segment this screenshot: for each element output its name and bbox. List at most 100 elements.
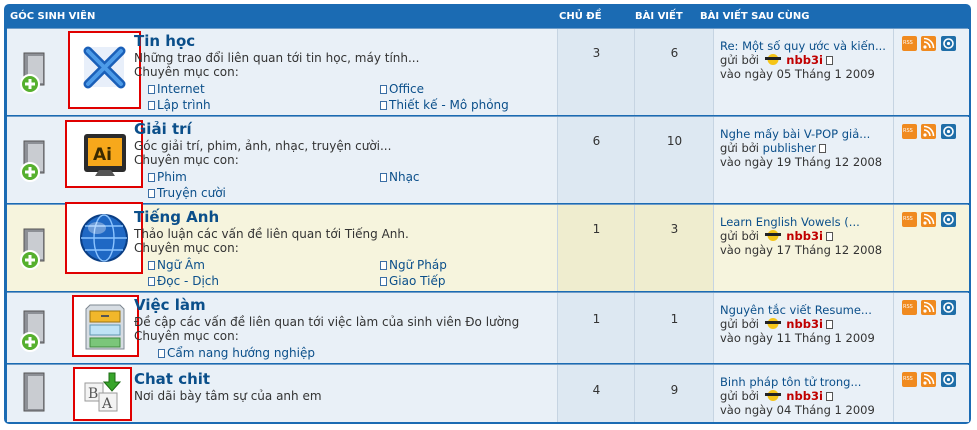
document-icon: [148, 85, 155, 94]
subforum-link-ngu-phap[interactable]: Ngữ Pháp: [380, 258, 447, 272]
forum-title[interactable]: Tiếng Anh: [134, 208, 219, 226]
forum-category-table: GÓC SINH VIÊN CHỦ ĐỀ BÀI VIẾT BÀI VIẾT S…: [4, 4, 971, 424]
go-to-post-icon[interactable]: [819, 144, 827, 153]
subforums-label: Chuyên mục con:: [134, 153, 239, 167]
document-icon: [380, 173, 387, 182]
target-icon[interactable]: [941, 300, 956, 315]
forum-title[interactable]: Việc làm: [134, 296, 206, 314]
forum-description: Thảo luận các vấn đề liên quan tới Tiếng…: [134, 227, 409, 241]
go-to-post-icon[interactable]: [825, 56, 833, 65]
last-post-date: vào ngày 05 Tháng 1 2009: [720, 67, 875, 81]
forum-thumbnail[interactable]: Ai: [65, 120, 143, 188]
section-title[interactable]: GÓC SINH VIÊN: [10, 11, 95, 22]
post-count: 3: [670, 222, 679, 236]
rss-feed-icon[interactable]: [921, 212, 936, 227]
target-icon[interactable]: [941, 372, 956, 387]
forum-title[interactable]: Giải trí: [134, 120, 192, 138]
subforum-link-ngu-am[interactable]: Ngữ Âm: [148, 258, 205, 272]
subforum-link-nhac[interactable]: Nhạc: [380, 170, 420, 184]
last-post-link[interactable]: Nguyên tắc viết Resume...: [720, 303, 872, 317]
rss-feed-icon[interactable]: [921, 36, 936, 51]
target-icon[interactable]: [941, 212, 956, 227]
document-icon: [148, 173, 155, 182]
rss-badge-icon[interactable]: RSS: [902, 124, 917, 139]
go-to-post-icon[interactable]: [825, 392, 833, 401]
posted-by-label: gửi bởi: [720, 317, 759, 331]
posted-by-label: gửi bởi: [720, 141, 759, 155]
last-post-link[interactable]: Re: Một số quy ước và kiến...: [720, 39, 886, 53]
forum-row-viec-lam: Việc làm Đề cập các vấn đề liên quan tới…: [7, 292, 969, 363]
forum-status-icon: [23, 372, 45, 412]
sunglasses-smiley-icon: [764, 390, 781, 401]
subforum-link-thiet-ke[interactable]: Thiết kế - Mô phỏng: [380, 98, 509, 112]
blue-x-icon: [83, 46, 126, 89]
last-post-date: vào ngày 11 Tháng 1 2009: [720, 331, 875, 345]
rss-badge-icon[interactable]: RSS: [902, 36, 917, 51]
last-post-link[interactable]: Learn English Vowels (...: [720, 215, 860, 229]
rss-feed-icon[interactable]: [921, 300, 936, 315]
last-post-link[interactable]: Binh pháp tôn tử trong...: [720, 375, 861, 389]
posted-by-label: gửi bởi: [720, 53, 759, 67]
forum-row-giai-tri: Ai Giải trí Góc giải trí, phim, ảnh, nhạ…: [7, 116, 969, 203]
forum-description: Đề cập các vấn đề liên quan tới việc làm…: [134, 315, 520, 329]
forum-thumbnail[interactable]: B A: [73, 367, 132, 421]
last-post-user[interactable]: nbb3i: [786, 53, 823, 67]
forum-title[interactable]: Tin học: [134, 32, 195, 50]
last-post-user[interactable]: publisher: [763, 141, 816, 155]
rss-feed-icon[interactable]: [921, 124, 936, 139]
last-post-user[interactable]: nbb3i: [786, 229, 823, 243]
rss-badge-icon[interactable]: RSS: [902, 372, 917, 387]
subforum-link-truyen-cuoi[interactable]: Truyện cười: [148, 186, 226, 200]
filing-cabinet-icon: [85, 304, 125, 350]
forum-thumbnail[interactable]: [72, 295, 139, 357]
document-icon: [380, 261, 387, 270]
subforum-link-phim[interactable]: Phim: [148, 170, 187, 184]
target-icon[interactable]: [941, 36, 956, 51]
subforum-link-giao-tiep[interactable]: Giao Tiếp: [380, 274, 445, 288]
last-post-user[interactable]: nbb3i: [786, 317, 823, 331]
forum-thumbnail[interactable]: [68, 31, 141, 109]
subforum-link-office[interactable]: Office: [380, 82, 424, 96]
rss-badge-icon[interactable]: RSS: [902, 300, 917, 315]
topic-count: 6: [592, 134, 601, 148]
subforum-link-internet[interactable]: Internet: [148, 82, 205, 96]
subforums-label: Chuyên mục con:: [134, 241, 239, 255]
col-posts-header: BÀI VIẾT: [635, 11, 683, 22]
rss-feed-icon[interactable]: [921, 372, 936, 387]
document-icon: [148, 101, 155, 110]
document-icon: [380, 101, 387, 110]
go-to-post-icon[interactable]: [825, 232, 833, 241]
forum-status-icon: [20, 52, 45, 94]
document-icon: [380, 277, 387, 286]
topic-count: 1: [592, 312, 601, 326]
target-icon[interactable]: [941, 124, 956, 139]
col-last-post-header: BÀI VIẾT SAU CÙNG: [700, 11, 810, 22]
illustrator-icon: Ai: [84, 134, 126, 176]
forum-status-icon: [20, 310, 45, 352]
svg-text:Ai: Ai: [93, 145, 112, 165]
forum-status-icon: [20, 228, 45, 270]
forum-thumbnail[interactable]: [65, 202, 143, 274]
go-to-post-icon[interactable]: [825, 320, 833, 329]
forum-title[interactable]: Chat chit: [134, 370, 210, 388]
document-icon: [380, 85, 387, 94]
rss-badge-icon[interactable]: RSS: [902, 212, 917, 227]
posted-by-label: gửi bởi: [720, 389, 759, 403]
forum-status-icon: [20, 140, 45, 182]
last-post-date: vào ngày 17 Tháng 12 2008: [720, 243, 883, 257]
subforum-link-cam-nang[interactable]: Cẩm nang hướng nghiệp: [158, 346, 315, 360]
last-post-date: vào ngày 04 Tháng 1 2009: [720, 403, 875, 417]
subforum-link-lap-trinh[interactable]: Lập trình: [148, 98, 211, 112]
sunglasses-smiley-icon: [764, 318, 781, 329]
font-conversion-icon: B A: [84, 372, 122, 412]
sunglasses-smiley-icon: [764, 230, 781, 241]
last-post-user[interactable]: nbb3i: [786, 389, 823, 403]
last-post-date: vào ngày 19 Tháng 12 2008: [720, 155, 883, 169]
col-topics-header: CHỦ ĐỀ: [559, 11, 602, 22]
document-icon: [148, 277, 155, 286]
topic-count: 1: [592, 222, 601, 236]
forum-row-tin-hoc: Tin học Những trao đổi liên quan tới tin…: [7, 28, 969, 115]
last-post-link[interactable]: Nghe mấy bài V-POP giả...: [720, 127, 870, 141]
posted-by-label: gửi bởi: [720, 229, 759, 243]
subforum-link-doc-dich[interactable]: Đọc - Dịch: [148, 274, 219, 288]
